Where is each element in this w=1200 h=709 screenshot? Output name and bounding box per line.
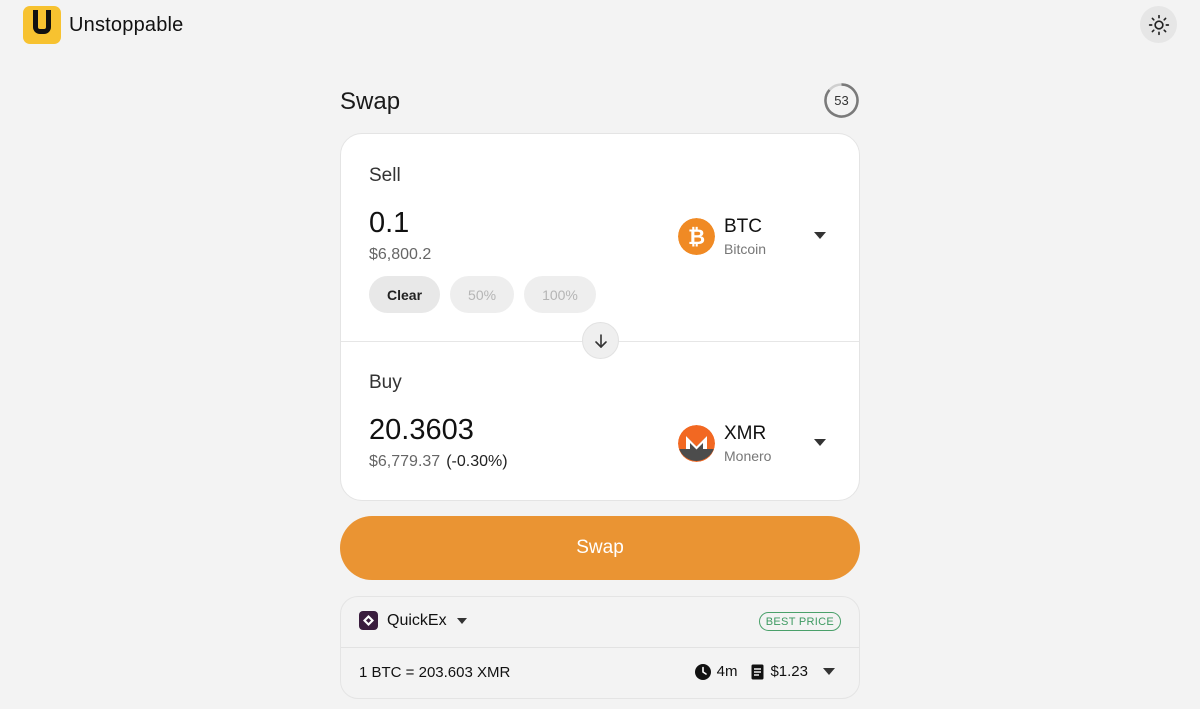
svg-text:₿: ₿ xyxy=(688,225,705,249)
provider-chevron-down-icon xyxy=(456,617,467,624)
theme-toggle-button[interactable] xyxy=(1140,6,1177,43)
app-name: Unstoppable xyxy=(69,13,184,36)
buy-label: Buy xyxy=(369,372,402,393)
refresh-timer[interactable]: 53 xyxy=(823,82,860,119)
sell-amount-input[interactable]: 0.1 xyxy=(369,207,409,240)
provider-name: QuickEx xyxy=(387,611,447,629)
provider-card: QuickEx BEST PRICE 1 BTC = 203.603 XMR 4… xyxy=(340,596,860,699)
swap-card: Sell 0.1 $6,800.2 ₿ BTC Bitcoin Clear 50… xyxy=(340,133,860,501)
buy-token-name: Monero xyxy=(724,448,772,464)
network-fee: $1.23 xyxy=(770,663,808,680)
sell-token-symbol: BTC xyxy=(724,216,762,237)
exchange-rate: 1 BTC = 203.603 XMR xyxy=(359,664,511,681)
best-price-badge: BEST PRICE xyxy=(758,612,841,631)
buy-usd-row: $6,779.37 (-0.30%) xyxy=(369,453,508,471)
quickex-icon xyxy=(359,611,378,630)
arrow-down-icon xyxy=(594,333,607,348)
fifty-percent-button[interactable]: 50% xyxy=(450,276,515,313)
hundred-percent-button[interactable]: 100% xyxy=(524,276,596,313)
unstoppable-logo-icon xyxy=(23,6,61,44)
buy-chevron-down-icon[interactable] xyxy=(814,439,826,446)
clock-icon xyxy=(694,663,711,680)
sell-chevron-down-icon[interactable] xyxy=(814,232,826,239)
sell-token-name: Bitcoin xyxy=(724,241,767,257)
timer-value: 53 xyxy=(834,93,849,108)
estimated-time: 4m xyxy=(716,663,738,680)
clear-button[interactable]: Clear xyxy=(369,276,441,313)
page-title: Swap xyxy=(340,88,401,115)
bitcoin-icon: ₿ xyxy=(678,218,715,255)
app-logo-area[interactable]: Unstoppable xyxy=(23,6,184,44)
sell-usd-value: $6,800.2 xyxy=(369,246,432,263)
monero-icon xyxy=(678,425,715,462)
sun-icon xyxy=(1148,14,1169,35)
sell-token-selector[interactable]: ₿ BTC Bitcoin xyxy=(678,216,766,257)
buy-usd-value: $6,779.37 xyxy=(369,453,441,470)
swap-button[interactable]: Swap xyxy=(340,516,860,580)
provider-selector[interactable]: QuickEx xyxy=(359,611,467,630)
provider-details[interactable]: 4m $1.23 xyxy=(694,663,835,680)
sell-label: Sell xyxy=(369,165,401,186)
amount-shortcuts: Clear 50% 100% xyxy=(369,276,596,313)
switch-direction-button[interactable] xyxy=(582,322,619,359)
receipt-icon xyxy=(751,664,764,680)
price-impact: (-0.30%) xyxy=(446,453,508,470)
buy-token-selector[interactable]: XMR Monero xyxy=(678,423,771,464)
buy-amount: 20.3603 xyxy=(369,414,474,446)
details-chevron-down-icon[interactable] xyxy=(823,668,835,675)
buy-token-symbol: XMR xyxy=(724,423,767,444)
provider-divider xyxy=(341,647,859,648)
